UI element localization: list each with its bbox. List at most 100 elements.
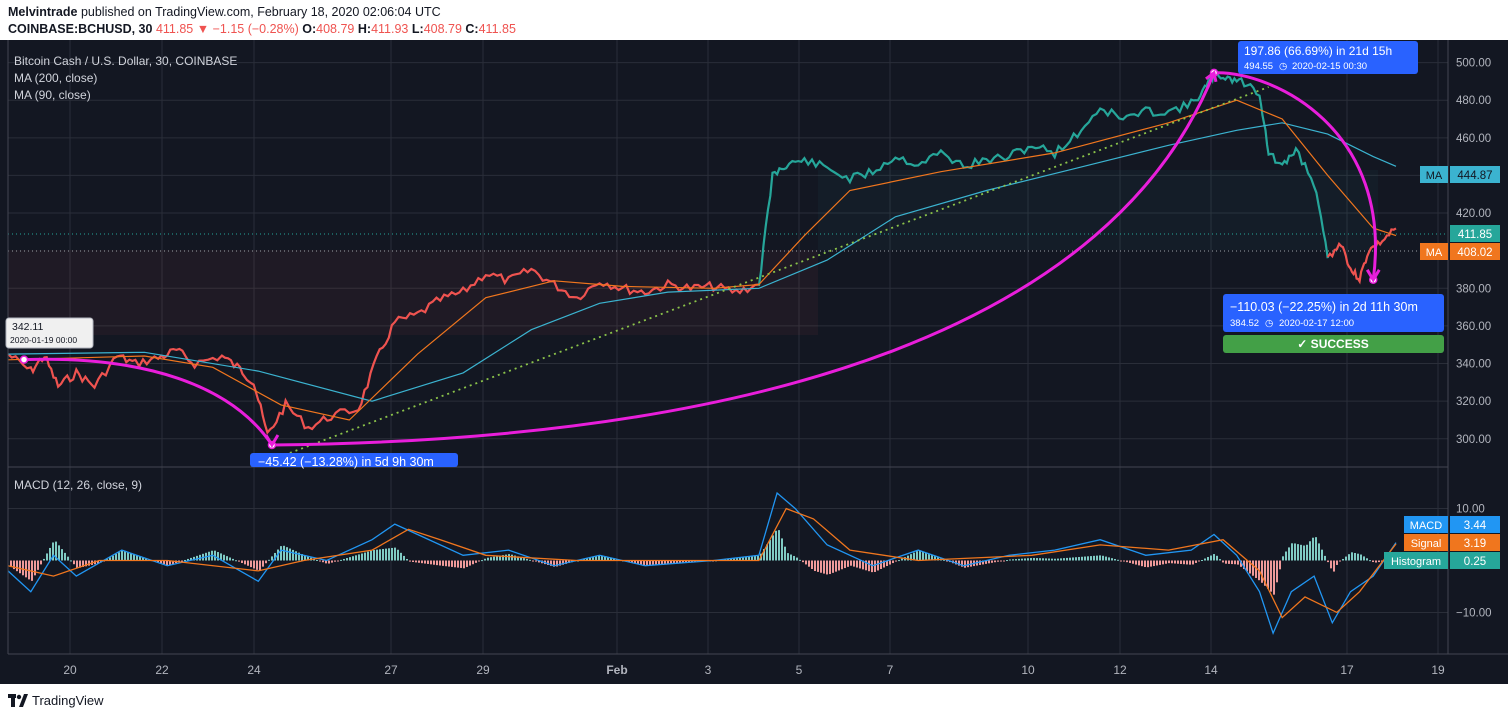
histogram-bar bbox=[823, 560, 825, 574]
histogram-bar bbox=[793, 555, 795, 561]
histogram-bar bbox=[1135, 560, 1137, 565]
histogram-bar bbox=[1222, 560, 1224, 563]
histogram-bar bbox=[1111, 558, 1113, 561]
histogram-bar bbox=[889, 560, 891, 565]
histogram-bar bbox=[166, 560, 168, 566]
time-tick-label: Feb bbox=[606, 663, 627, 677]
advance-zone bbox=[818, 170, 1378, 250]
histogram-bar bbox=[355, 555, 357, 561]
histogram-bar bbox=[1147, 560, 1149, 568]
histogram-bar bbox=[868, 560, 870, 572]
histogram-bar bbox=[1276, 560, 1278, 583]
histogram-bar bbox=[1021, 558, 1023, 561]
tradingview-brand[interactable]: TradingView bbox=[32, 693, 104, 708]
histogram-bar bbox=[1273, 560, 1275, 595]
price-tick-label: 340.00 bbox=[1456, 359, 1491, 371]
histogram-bar bbox=[1030, 558, 1032, 561]
histogram-bar bbox=[1279, 560, 1281, 570]
histogram-bar bbox=[1237, 560, 1239, 565]
histogram-bar bbox=[439, 560, 441, 566]
ma200-legend[interactable]: MA (200, close) bbox=[14, 71, 97, 85]
histogram-bar bbox=[490, 557, 492, 561]
histogram-bar bbox=[256, 560, 258, 570]
peak-measure-label[interactable]: 197.86 (66.69%) in 21d 15h 494.55 ◷ 2020… bbox=[1238, 41, 1418, 74]
time-tick-label: 14 bbox=[1204, 663, 1218, 677]
histogram-bar bbox=[37, 560, 39, 570]
histogram-bar bbox=[1219, 559, 1221, 561]
histogram-bar bbox=[247, 560, 249, 566]
histogram-bar bbox=[1339, 560, 1341, 562]
histogram-bar bbox=[469, 560, 471, 566]
histogram-bar bbox=[292, 549, 294, 561]
histogram-bar bbox=[319, 560, 321, 562]
histogram-bar bbox=[997, 560, 999, 562]
histogram-bar bbox=[241, 560, 243, 563]
histogram-bar bbox=[259, 560, 261, 571]
low-measure-label[interactable]: −45.42 (−13.28%) in 5d 9h 30m bbox=[250, 453, 458, 469]
histogram-bar bbox=[442, 560, 444, 566]
start-price-label[interactable]: 342.11 2020-01-19 00:00 bbox=[5, 317, 94, 349]
histogram-bar bbox=[856, 560, 858, 568]
histogram-bar bbox=[322, 560, 324, 563]
histogram-bar bbox=[403, 555, 405, 561]
success-badge: ✓ SUCCESS bbox=[1223, 335, 1444, 353]
histogram-bar bbox=[61, 549, 63, 561]
histogram-bar bbox=[286, 547, 288, 561]
histogram-bar bbox=[1372, 560, 1374, 563]
histogram-bar bbox=[1060, 558, 1062, 561]
histogram-bar bbox=[70, 560, 72, 562]
macd-badge: MACD 3.44 bbox=[1404, 516, 1500, 533]
macd-legend[interactable]: MACD (12, 26, close, 9) bbox=[14, 478, 142, 492]
histogram-bar bbox=[223, 554, 225, 561]
histogram-bar bbox=[1177, 560, 1179, 564]
ma90-legend[interactable]: MA (90, close) bbox=[14, 88, 91, 102]
histogram-bar bbox=[853, 560, 855, 567]
price-tick-label: 500.00 bbox=[1456, 58, 1491, 70]
histogram-bar bbox=[880, 560, 882, 569]
histogram-bar bbox=[838, 560, 840, 571]
histogram-bar bbox=[1129, 560, 1131, 563]
histogram-bar bbox=[850, 560, 852, 566]
histogram-bar bbox=[511, 554, 513, 561]
last-price: 411.85 bbox=[155, 22, 194, 36]
histogram-bar bbox=[847, 560, 849, 567]
histogram-bar bbox=[1153, 560, 1155, 567]
histogram-bar bbox=[808, 560, 810, 567]
histogram-bar bbox=[1288, 547, 1290, 561]
histogram-bar bbox=[1072, 557, 1074, 561]
histogram-bar bbox=[1318, 543, 1320, 561]
price-tick-label: 360.00 bbox=[1456, 321, 1491, 333]
close-label: C: bbox=[465, 22, 479, 36]
time-tick-label: 24 bbox=[247, 663, 261, 677]
histogram-bar bbox=[382, 548, 384, 561]
time-tick-label: 10 bbox=[1021, 663, 1035, 677]
histogram-bar bbox=[1093, 555, 1095, 561]
histogram-bar bbox=[1366, 558, 1368, 561]
histogram-bar bbox=[112, 555, 114, 561]
histogram-bar bbox=[535, 560, 537, 562]
histogram-bar bbox=[19, 560, 21, 574]
histogram-bar bbox=[901, 558, 903, 561]
histogram-bar bbox=[1120, 560, 1122, 562]
histogram-bar bbox=[802, 560, 804, 563]
price-chart[interactable]: 500.00480.00460.00440.00420.00380.00360.… bbox=[0, 40, 1508, 684]
histogram-bar bbox=[229, 557, 231, 561]
histogram-bar bbox=[115, 553, 117, 561]
drop-measure-label[interactable]: −110.03 (−22.25%) in 2d 11h 30m 384.52 ◷… bbox=[1223, 294, 1444, 332]
histogram-bar bbox=[334, 560, 336, 562]
histogram-bar bbox=[1027, 558, 1029, 561]
publisher-name[interactable]: Melvintrade bbox=[8, 5, 77, 19]
histogram-bar bbox=[34, 560, 36, 576]
symbol-label[interactable]: COINBASE:BCHUSD, 30 bbox=[8, 22, 152, 36]
histogram-bar bbox=[460, 560, 462, 568]
histogram-bar bbox=[316, 559, 318, 561]
open-value: 408.79 bbox=[316, 22, 355, 36]
histogram-bar bbox=[1378, 560, 1380, 563]
macd-tick-label: −10.00 bbox=[1456, 607, 1492, 619]
histogram-bar bbox=[1294, 543, 1296, 561]
histogram-bar bbox=[472, 560, 474, 565]
histogram-badge-label: Histogram bbox=[1391, 556, 1441, 568]
tradingview-logo-icon[interactable] bbox=[8, 693, 28, 709]
histogram-bar bbox=[412, 560, 414, 562]
histogram-bar bbox=[1000, 560, 1002, 562]
